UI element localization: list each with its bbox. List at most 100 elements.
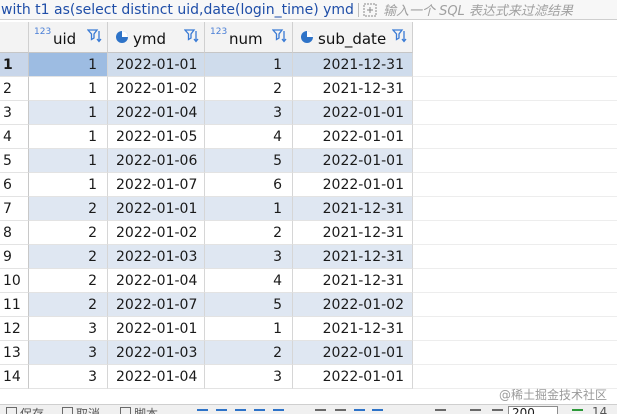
row-number[interactable]: 5 bbox=[0, 149, 29, 173]
cell-sub-date[interactable]: 2022-01-01 bbox=[293, 101, 413, 125]
cell-num[interactable]: 5 bbox=[205, 149, 293, 173]
row-number[interactable]: 12 bbox=[0, 317, 29, 341]
cell-uid[interactable]: 1 bbox=[29, 149, 108, 173]
panel-toggle-icon[interactable] bbox=[273, 406, 284, 414]
row-number[interactable]: 14 bbox=[0, 365, 29, 389]
table-row[interactable]: 2 1 2022-01-02 2 2021-12-31 bbox=[0, 77, 617, 101]
cell-ymd[interactable]: 2022-01-04 bbox=[108, 269, 205, 293]
cell-sub-date[interactable]: 2021-12-31 bbox=[293, 269, 413, 293]
row-number[interactable]: 11 bbox=[0, 293, 29, 317]
cell-ymd[interactable]: 2022-01-02 bbox=[108, 221, 205, 245]
cell-uid[interactable]: 3 bbox=[29, 317, 108, 341]
cell-sub-date[interactable]: 2021-12-31 bbox=[293, 77, 413, 101]
script-icon[interactable] bbox=[120, 406, 131, 414]
cell-uid[interactable]: 2 bbox=[29, 245, 108, 269]
table-row[interactable]: 13 3 2022-01-03 2 2022-01-01 bbox=[0, 341, 617, 365]
cell-sub-date[interactable]: 2022-01-01 bbox=[293, 125, 413, 149]
cell-ymd[interactable]: 2022-01-01 bbox=[108, 197, 205, 221]
script-button[interactable]: 脚本 bbox=[134, 405, 158, 414]
filter-settings-icon[interactable] bbox=[361, 1, 379, 19]
cell-ymd[interactable]: 2022-01-01 bbox=[108, 53, 205, 77]
table-row[interactable]: 3 1 2022-01-04 3 2022-01-01 bbox=[0, 101, 617, 125]
grid-view-icon[interactable] bbox=[315, 406, 326, 414]
column-header-sub-date[interactable]: sub_date bbox=[293, 22, 413, 53]
cell-ymd[interactable]: 2022-01-07 bbox=[108, 293, 205, 317]
cell-sub-date[interactable]: 2021-12-31 bbox=[293, 197, 413, 221]
cell-uid[interactable]: 1 bbox=[29, 101, 108, 125]
row-number[interactable]: 8 bbox=[0, 221, 29, 245]
cell-ymd[interactable]: 2022-01-03 bbox=[108, 341, 205, 365]
grid-corner[interactable] bbox=[0, 22, 29, 53]
save-icon[interactable] bbox=[6, 406, 17, 414]
cell-num[interactable]: 5 bbox=[205, 293, 293, 317]
table-row[interactable]: 6 1 2022-01-07 6 2022-01-01 bbox=[0, 173, 617, 197]
cell-uid[interactable]: 2 bbox=[29, 293, 108, 317]
table-row[interactable]: 7 2 2022-01-01 1 2021-12-31 bbox=[0, 197, 617, 221]
cell-sub-date[interactable]: 2021-12-31 bbox=[293, 245, 413, 269]
record-view-icon[interactable] bbox=[354, 406, 365, 414]
row-number[interactable]: 7 bbox=[0, 197, 29, 221]
row-number[interactable]: 4 bbox=[0, 125, 29, 149]
cell-num[interactable]: 1 bbox=[205, 317, 293, 341]
cell-sub-date[interactable]: 2021-12-31 bbox=[293, 53, 413, 77]
cell-sub-date[interactable]: 2022-01-02 bbox=[293, 293, 413, 317]
refresh-icon[interactable] bbox=[435, 406, 446, 414]
cell-uid[interactable]: 2 bbox=[29, 221, 108, 245]
table-row[interactable]: 8 2 2022-01-02 2 2021-12-31 bbox=[0, 221, 617, 245]
cell-uid[interactable]: 1 bbox=[29, 77, 108, 101]
cell-uid[interactable]: 2 bbox=[29, 269, 108, 293]
text-view-icon[interactable] bbox=[335, 406, 346, 414]
column-header-ymd[interactable]: ymd bbox=[108, 22, 205, 53]
export-icon[interactable] bbox=[470, 406, 481, 414]
fetch-next-icon[interactable] bbox=[572, 406, 583, 414]
cell-ymd[interactable]: 2022-01-04 bbox=[108, 101, 205, 125]
cell-num[interactable]: 1 bbox=[205, 197, 293, 221]
table-row[interactable]: 10 2 2022-01-04 4 2021-12-31 bbox=[0, 269, 617, 293]
cell-num[interactable]: 4 bbox=[205, 125, 293, 149]
first-page-icon[interactable] bbox=[197, 406, 208, 414]
column-header-num[interactable]: 123 num bbox=[205, 22, 293, 53]
cell-sub-date[interactable]: 2022-01-01 bbox=[293, 365, 413, 389]
cell-num[interactable]: 2 bbox=[205, 221, 293, 245]
cell-uid[interactable]: 2 bbox=[29, 197, 108, 221]
last-page-icon[interactable] bbox=[254, 406, 265, 414]
row-number[interactable]: 10 bbox=[0, 269, 29, 293]
fetch-size-icon[interactable] bbox=[492, 406, 503, 414]
cell-uid[interactable]: 1 bbox=[29, 53, 108, 77]
previous-page-icon[interactable] bbox=[216, 406, 227, 414]
cell-uid[interactable]: 1 bbox=[29, 173, 108, 197]
cell-num[interactable]: 3 bbox=[205, 365, 293, 389]
cell-uid[interactable]: 1 bbox=[29, 125, 108, 149]
table-row[interactable]: 1 1 2022-01-01 1 2021-12-31 bbox=[0, 53, 617, 77]
row-number[interactable]: 1 bbox=[0, 53, 29, 77]
cell-sub-date[interactable]: 2021-12-31 bbox=[293, 221, 413, 245]
row-number[interactable]: 13 bbox=[0, 341, 29, 365]
cell-num[interactable]: 3 bbox=[205, 101, 293, 125]
next-page-icon[interactable] bbox=[235, 406, 246, 414]
cell-ymd[interactable]: 2022-01-04 bbox=[108, 365, 205, 389]
cell-ymd[interactable]: 2022-01-05 bbox=[108, 125, 205, 149]
table-row[interactable]: 11 2 2022-01-07 5 2022-01-02 bbox=[0, 293, 617, 317]
filter-input[interactable]: 输入一个 SQL 表达式来过滤结果 bbox=[383, 0, 573, 19]
cell-ymd[interactable]: 2022-01-02 bbox=[108, 77, 205, 101]
table-row[interactable]: 4 1 2022-01-05 4 2022-01-01 bbox=[0, 125, 617, 149]
table-row[interactable]: 12 3 2022-01-01 1 2021-12-31 bbox=[0, 317, 617, 341]
sort-filter-icon[interactable] bbox=[86, 28, 103, 48]
cancel-button[interactable]: 取消 bbox=[76, 405, 100, 414]
save-button[interactable]: 保存 bbox=[20, 405, 44, 414]
cell-uid[interactable]: 3 bbox=[29, 341, 108, 365]
cell-num[interactable]: 2 bbox=[205, 341, 293, 365]
cell-sub-date[interactable]: 2022-01-01 bbox=[293, 173, 413, 197]
cell-ymd[interactable]: 2022-01-07 bbox=[108, 173, 205, 197]
cell-num[interactable]: 1 bbox=[205, 53, 293, 77]
filter-icon[interactable] bbox=[372, 406, 383, 414]
cancel-icon[interactable] bbox=[62, 406, 73, 414]
row-number[interactable]: 3 bbox=[0, 101, 29, 125]
cell-num[interactable]: 6 bbox=[205, 173, 293, 197]
sql-query-text[interactable]: with t1 as(select distinct uid,date(logi… bbox=[0, 2, 354, 18]
sort-filter-icon[interactable] bbox=[183, 28, 200, 48]
cell-sub-date[interactable]: 2022-01-01 bbox=[293, 149, 413, 173]
cell-ymd[interactable]: 2022-01-03 bbox=[108, 245, 205, 269]
cell-uid[interactable]: 3 bbox=[29, 365, 108, 389]
column-header-uid[interactable]: 123 uid bbox=[29, 22, 108, 53]
